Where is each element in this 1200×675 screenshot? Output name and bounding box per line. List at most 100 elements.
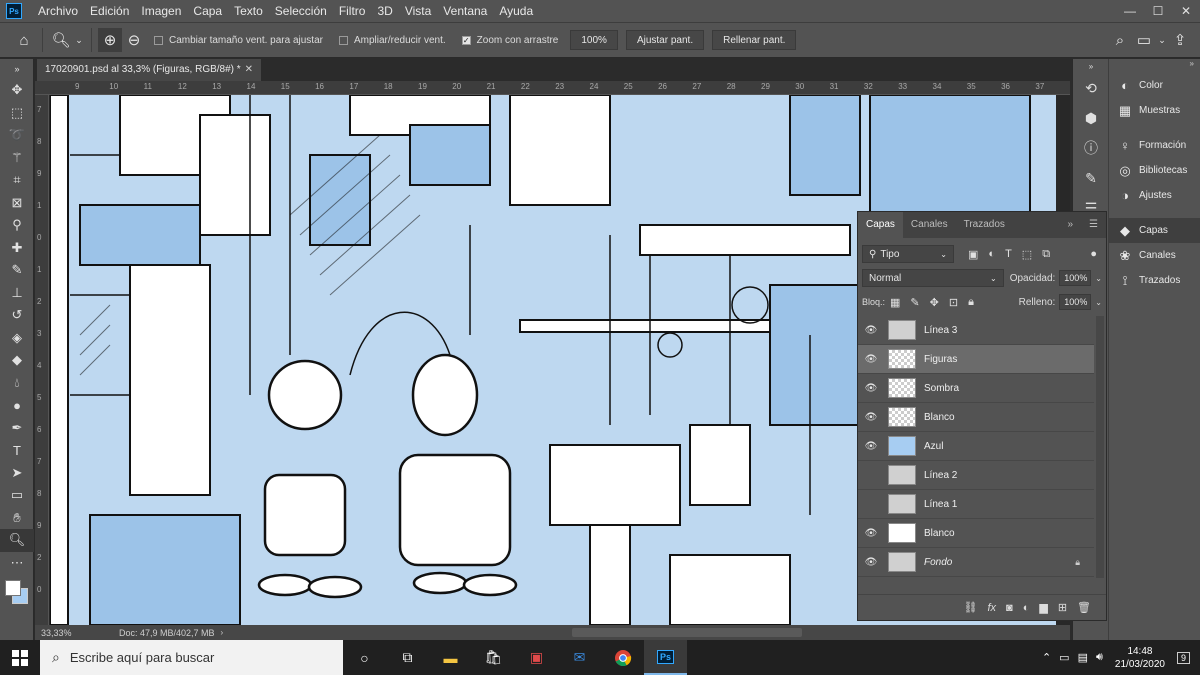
color-swatches[interactable]	[0, 574, 33, 614]
fill-screen-button[interactable]: Rellenar pant.	[712, 30, 797, 50]
paint-bucket-icon[interactable]: ◆	[0, 349, 34, 372]
lock-transparency-icon[interactable]: ▦	[890, 296, 900, 309]
menu-capa[interactable]: Capa	[187, 4, 228, 18]
taskbar-search[interactable]: ⌕ Escribe aquí para buscar	[40, 640, 343, 675]
layer-row[interactable]: Línea 1	[858, 490, 1094, 519]
close-tab-icon[interactable]: ✕	[245, 59, 253, 81]
expand-icon[interactable]: »	[1059, 212, 1081, 238]
mail-icon[interactable]: ✉	[558, 640, 601, 675]
collapse-icon[interactable]: »	[0, 59, 34, 79]
path-selection-icon[interactable]: ➤	[0, 462, 34, 485]
panel-channels[interactable]: ❀ Canales	[1109, 243, 1200, 268]
store-icon[interactable]: 🛍︎	[472, 640, 515, 675]
rectangle-tool-icon[interactable]: ▭	[0, 484, 34, 507]
cortana-icon[interactable]: ○	[343, 640, 386, 675]
dodge-tool-icon[interactable]: ●	[0, 394, 34, 417]
zoom-tool-preset-icon[interactable]: 🔍︎	[49, 28, 73, 52]
3d-icon[interactable]: ⬢	[1073, 103, 1109, 133]
collapse-icon[interactable]: »	[1073, 59, 1109, 73]
chevron-right-icon[interactable]: ›	[221, 628, 224, 637]
lock-pixels-icon[interactable]: ✎	[910, 296, 919, 309]
horizontal-scrollbar[interactable]	[572, 628, 802, 637]
fit-screen-button[interactable]: Ajustar pant.	[625, 30, 705, 50]
volume-icon[interactable]: 🔊︎	[1096, 651, 1103, 664]
share-icon[interactable]: ⇪	[1168, 28, 1192, 52]
menu-seleccion[interactable]: Selección	[269, 4, 333, 18]
network-icon[interactable]: ▤	[1078, 651, 1088, 664]
filter-toggle-icon[interactable]: ●	[1090, 248, 1097, 260]
collapse-icon[interactable]: »	[1109, 59, 1200, 73]
frame-tool-icon[interactable]: ⊠	[0, 192, 34, 215]
menu-imagen[interactable]: Imagen	[135, 4, 187, 18]
document-info[interactable]: Doc: 47,9 MB/402,7 MB	[119, 628, 215, 638]
panel-libraries[interactable]: ◎ Bibliotecas	[1109, 158, 1200, 183]
filter-smart-object-icon[interactable]: ⧉	[1042, 248, 1050, 261]
resize-window-checkbox[interactable]: Cambiar tamaño vent. para ajustar	[154, 35, 323, 46]
panel-layers[interactable]: ◆ Capas	[1109, 218, 1200, 243]
add-mask-icon[interactable]: ◙	[1006, 602, 1013, 614]
home-icon[interactable]: ⌂	[12, 28, 36, 52]
visibility-eye-icon[interactable]: 👁︎	[858, 354, 884, 365]
chevron-down-icon[interactable]: ⌄	[1095, 274, 1102, 283]
menu-ventana[interactable]: Ventana	[437, 4, 493, 18]
tab-layers[interactable]: Capas	[858, 212, 903, 238]
photoshop-taskbar-icon[interactable]: Ps	[644, 640, 687, 675]
chevron-down-icon[interactable]: ⌄	[73, 28, 85, 52]
blur-tool-icon[interactable]: 💧︎	[0, 372, 34, 395]
panel-adjustments[interactable]: ◑ Ajustes	[1109, 183, 1200, 208]
history-icon[interactable]: ⟲	[1073, 73, 1109, 103]
eraser-icon[interactable]: ◈	[0, 327, 34, 350]
brushes-icon[interactable]: ✎	[1073, 163, 1109, 193]
layer-row[interactable]: Línea 2	[858, 461, 1094, 490]
filter-adjustment-icon[interactable]: ◐	[988, 248, 995, 260]
panel-color[interactable]: ◐ Color	[1109, 73, 1200, 98]
document-tab[interactable]: 17020901.psd al 33,3% (Figuras, RGB/8#) …	[37, 59, 261, 81]
healing-brush-icon[interactable]: ✚	[0, 237, 34, 260]
zoom-in-icon[interactable]: ⊕	[98, 28, 122, 52]
crop-tool-icon[interactable]: ⌗	[0, 169, 34, 192]
zoom-level[interactable]: 33,33%	[41, 628, 119, 638]
search-icon[interactable]: ⌕	[1108, 28, 1132, 52]
opacity-field[interactable]: 100%	[1059, 270, 1092, 286]
gift-app-icon[interactable]: ▣	[515, 640, 558, 675]
minimize-button[interactable]: —	[1116, 0, 1144, 22]
battery-icon[interactable]: ▭	[1059, 651, 1069, 664]
notifications-icon[interactable]: 9	[1176, 651, 1190, 664]
new-layer-icon[interactable]: ⊞	[1058, 601, 1067, 614]
new-group-icon[interactable]: ▆	[1039, 601, 1047, 614]
layer-filter-select[interactable]: ⚲ Tipo ⌄	[862, 245, 954, 263]
chevron-down-icon[interactable]: ⌄	[1095, 298, 1102, 307]
fill-field[interactable]: 100%	[1059, 294, 1092, 310]
history-brush-icon[interactable]: ↺	[0, 304, 34, 327]
workspace-icon[interactable]: ▭	[1132, 28, 1156, 52]
clock[interactable]: 14:48 21/03/2020	[1115, 645, 1165, 671]
lock-position-icon[interactable]: ✥	[930, 296, 939, 309]
foreground-color-swatch[interactable]	[5, 580, 21, 596]
chevron-up-icon[interactable]: ⌃	[1042, 651, 1051, 664]
lock-all-icon[interactable]: 🔒︎	[968, 296, 974, 309]
menu-ayuda[interactable]: Ayuda	[493, 4, 539, 18]
layer-row[interactable]: 👁︎ Blanco	[858, 519, 1094, 548]
layer-row[interactable]: 👁︎ Blanco	[858, 403, 1094, 432]
panel-swatches[interactable]: ▦ Muestras	[1109, 98, 1200, 123]
scrubby-zoom-checkbox[interactable]: ✓ Zoom con arrastre	[461, 35, 558, 46]
file-explorer-icon[interactable]: ▬	[429, 640, 472, 675]
visibility-eye-icon[interactable]: 👁︎	[858, 557, 884, 568]
clone-stamp-icon[interactable]: ⊥	[0, 282, 34, 305]
tab-paths[interactable]: Trazados	[956, 212, 1013, 238]
filter-type-icon[interactable]: T	[1005, 248, 1012, 260]
more-tools-icon[interactable]: ⋯	[0, 552, 34, 575]
lasso-tool-icon[interactable]: ➰	[0, 124, 34, 147]
close-button[interactable]: ✕	[1172, 0, 1200, 22]
task-view-icon[interactable]: ⧉	[386, 640, 429, 675]
eyedropper-icon[interactable]: ⚲	[0, 214, 34, 237]
layer-row[interactable]: 👁︎ Figuras	[858, 345, 1094, 374]
menu-3d[interactable]: 3D	[371, 4, 398, 18]
layer-row[interactable]: 👁︎ Sombra	[858, 374, 1094, 403]
trash-icon[interactable]: 🗑︎	[1077, 601, 1091, 614]
blend-mode-select[interactable]: Normal ⌄	[862, 269, 1004, 287]
hand-tool-icon[interactable]: ✋︎	[0, 507, 34, 530]
maximize-button[interactable]: ☐	[1144, 0, 1172, 22]
visibility-eye-icon[interactable]: 👁︎	[858, 412, 884, 423]
zoom-out-icon[interactable]: ⊖	[122, 28, 146, 52]
